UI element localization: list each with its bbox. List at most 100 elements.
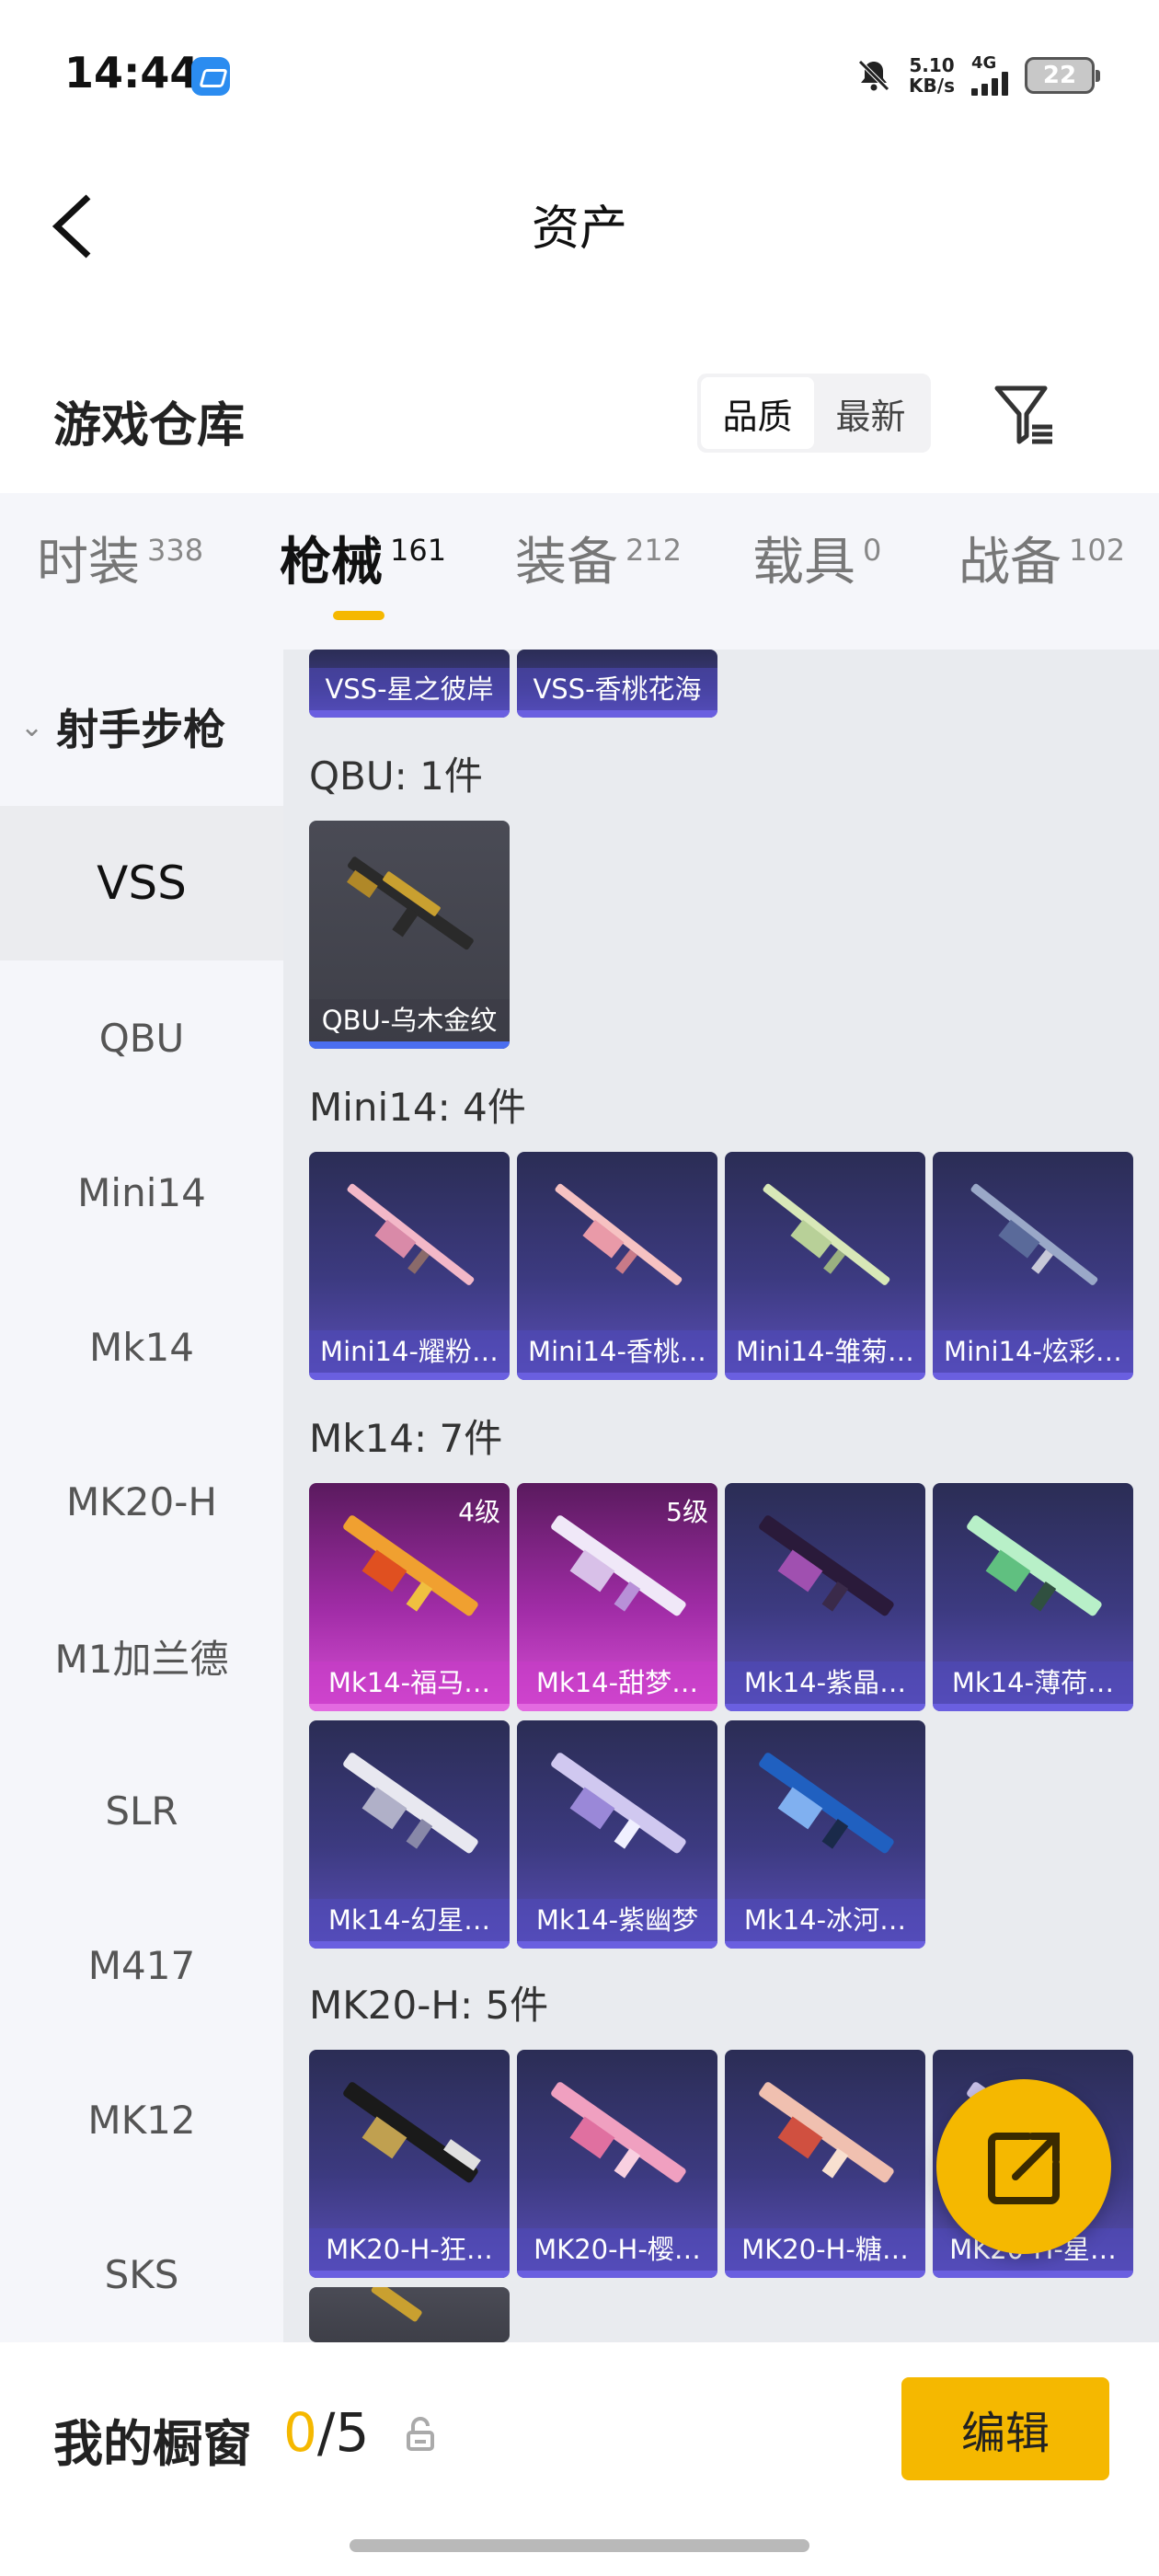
group-title: Mini14: 4件 — [309, 1085, 526, 1130]
item-name: Mk14-薄荷… — [933, 1662, 1133, 1704]
group-title: Mk14: 7件 — [309, 1416, 503, 1461]
item-name: Mini14-炫彩… — [933, 1330, 1133, 1373]
item-card[interactable]: MK20-H-糖… — [725, 2050, 925, 2278]
sidebar-item-qbu[interactable]: QBU — [0, 960, 283, 1115]
rifle-icon — [759, 1515, 894, 1616]
tab-label: 装备 — [515, 533, 618, 592]
item-name: Mini14-耀粉… — [309, 1330, 510, 1373]
item-card[interactable]: VSS-香桃花海 — [517, 650, 717, 718]
rifle-icon — [551, 2082, 686, 2183]
rifle-icon — [759, 1753, 894, 1854]
showcase-count: 0/5 — [283, 2401, 369, 2464]
filter-icon[interactable] — [990, 379, 1060, 449]
sidebar-item-mk20h[interactable]: MK20-H — [0, 1424, 283, 1579]
item-name: Mk14-甜梦… — [517, 1662, 717, 1704]
rifle-icon — [763, 1183, 890, 1285]
status-time: 14:44 — [64, 48, 200, 98]
item-card[interactable]: MK20-H-狂… — [309, 2050, 510, 2278]
page-title: 资产 — [531, 201, 627, 257]
item-card[interactable]: Mini14-雏菊… — [725, 1152, 925, 1380]
tab-weapons[interactable]: 枪械 161 — [280, 534, 446, 592]
showcase-label: 我的橱窗 — [53, 2415, 252, 2473]
lock-icon — [407, 2417, 434, 2451]
tab-label: 战备 — [958, 533, 1061, 592]
section-title: 游戏仓库 — [53, 398, 246, 454]
showcase-count-current: 0 — [283, 2401, 317, 2464]
item-card[interactable]: 4级 Mk14-福马… — [309, 1483, 510, 1711]
tab-equipment[interactable]: 装备 212 — [515, 534, 682, 592]
tab-label: 枪械 — [280, 533, 383, 592]
item-name: Mini14-雏菊… — [725, 1330, 925, 1373]
rifle-icon — [967, 1515, 1102, 1616]
tab-vehicles[interactable]: 载具 0 — [752, 534, 881, 592]
item-card[interactable]: Mk14-幻星… — [309, 1720, 510, 1949]
item-card[interactable]: Mk14-紫晶… — [725, 1483, 925, 1711]
rifle-icon — [970, 1183, 1098, 1285]
sidebar-item-mk12[interactable]: MK12 — [0, 2042, 283, 2197]
item-card[interactable]: Mk14-紫幽梦 — [517, 1720, 717, 1949]
item-card[interactable]: Mk14-冰河… — [725, 1720, 925, 1949]
tab-outfits[interactable]: 时装 338 — [37, 534, 203, 592]
share-external-icon — [988, 2133, 1060, 2204]
sidebar-item-vss[interactable]: VSS — [0, 806, 283, 960]
sidebar-item-mk14[interactable]: Mk14 — [0, 1270, 283, 1424]
sidebar-item-m417[interactable]: M417 — [0, 1888, 283, 2042]
sidebar-item-mini14[interactable]: Mini14 — [0, 1115, 283, 1270]
item-name: Mk14-福马… — [309, 1662, 510, 1704]
sidebar-item-sks[interactable]: SKS — [0, 2197, 283, 2352]
tab-count: 0 — [863, 533, 882, 568]
net-speed: 5.10 KB/s — [909, 55, 955, 96]
network-type: 4G — [971, 53, 997, 73]
rifle-icon — [555, 1183, 683, 1285]
net-speed-unit: KB/s — [909, 75, 955, 97]
status-indicators: 5.10 KB/s 4G 22 — [855, 52, 1100, 99]
tab-label: 载具 — [752, 533, 855, 592]
sidebar-item-m1-garand[interactable]: M1加兰德 — [0, 1579, 283, 1733]
showcase-count-total: /5 — [316, 2401, 370, 2464]
item-card[interactable]: MK20-H-樱… — [517, 2050, 717, 2278]
battery-icon: 22 — [1025, 57, 1100, 94]
sort-quality-button[interactable]: 品质 — [701, 377, 814, 449]
item-name: VSS-香桃花海 — [517, 668, 717, 710]
tab-gear[interactable]: 战备 102 — [958, 534, 1125, 592]
rifle-icon — [759, 2082, 894, 2183]
app-icon — [191, 57, 230, 96]
rifle-icon — [347, 1183, 475, 1285]
rifle-icon — [347, 857, 474, 950]
item-card[interactable]: Mk14-薄荷… — [933, 1483, 1133, 1711]
item-name: MK20-H-糖… — [725, 2228, 925, 2271]
item-card[interactable]: Mini14-炫彩… — [933, 1152, 1133, 1380]
sort-newest-button[interactable]: 最新 — [814, 377, 927, 449]
net-speed-value: 5.10 — [909, 54, 955, 76]
item-name: VSS-星之彼岸 — [309, 668, 510, 710]
item-card[interactable]: Mini14-耀粉… — [309, 1152, 510, 1380]
item-name: Mk14-紫幽梦 — [517, 1899, 717, 1941]
sidebar-category[interactable]: ⌄ 射手步枪 — [0, 681, 283, 773]
sidebar-category-label: 射手步枪 — [56, 705, 226, 754]
tab-label: 时装 — [37, 533, 140, 592]
share-button[interactable] — [936, 2079, 1111, 2254]
edit-button[interactable]: 编辑 — [901, 2377, 1109, 2480]
rifle-icon — [371, 2287, 422, 2322]
tab-count: 102 — [1069, 533, 1126, 568]
item-name: MK20-H-樱… — [517, 2228, 717, 2271]
tab-count: 338 — [147, 533, 204, 568]
chevron-down-icon: ⌄ — [20, 710, 44, 743]
sort-toggle: 品质 最新 — [697, 374, 931, 453]
home-indicator[interactable] — [350, 2539, 809, 2552]
item-card[interactable]: Mini14-香桃… — [517, 1152, 717, 1380]
group-title: MK20-H: 5件 — [309, 1983, 549, 2028]
signal-icon: 4G — [971, 55, 1008, 96]
item-card[interactable]: 5级 Mk14-甜梦… — [517, 1483, 717, 1711]
item-card[interactable]: VSS-星之彼岸 — [309, 650, 510, 718]
tab-count: 212 — [625, 533, 683, 568]
item-name: QBU-乌木金纹 — [309, 999, 510, 1041]
item-card[interactable]: QBU-乌木金纹 — [309, 821, 510, 1049]
active-tab-indicator — [333, 611, 384, 620]
sidebar-item-slr[interactable]: SLR — [0, 1733, 283, 1888]
level-badge: 5级 — [666, 1497, 708, 1527]
level-badge: 4级 — [458, 1497, 500, 1527]
rifle-icon — [343, 1753, 478, 1854]
item-name: MK20-H-狂… — [309, 2228, 510, 2271]
item-card[interactable] — [309, 2287, 510, 2342]
